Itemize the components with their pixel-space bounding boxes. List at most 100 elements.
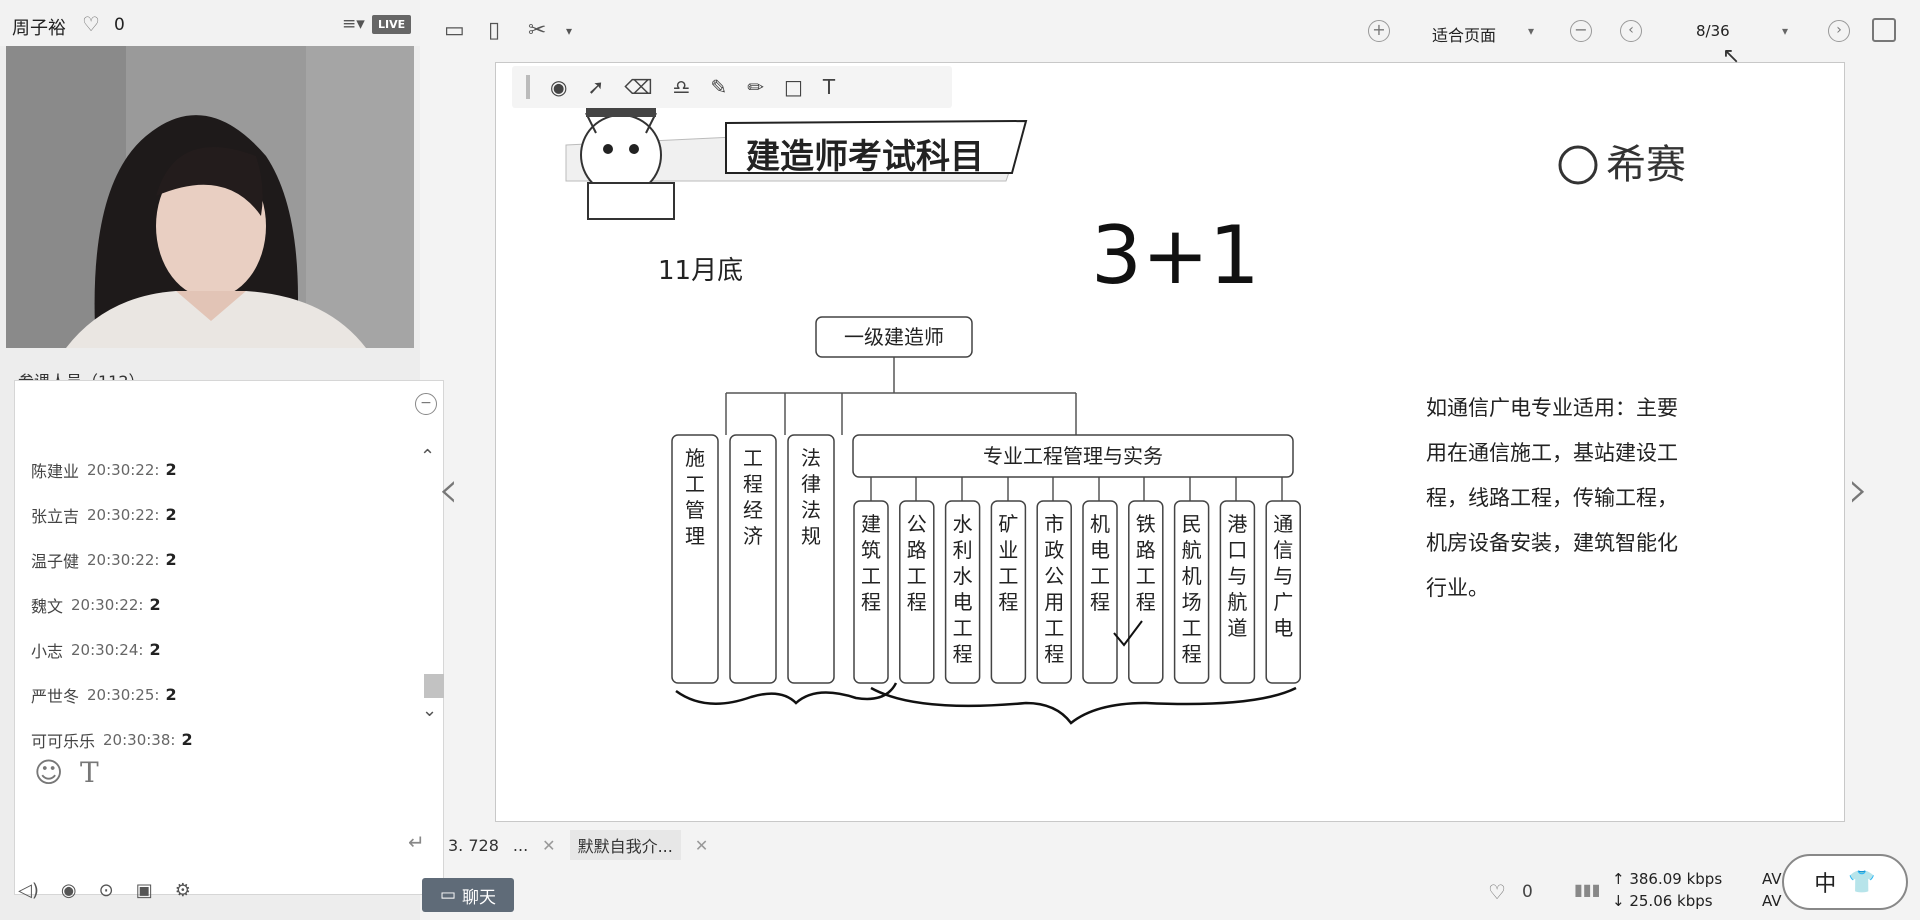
- svg-text:口: 口: [1227, 538, 1247, 562]
- svg-text:电: 电: [953, 590, 973, 614]
- professional-subject-box: 建筑工程: [853, 500, 889, 684]
- chat-tab[interactable]: ▭ 聊天: [422, 878, 514, 912]
- brace-annotation-right: [870, 686, 1297, 725]
- svg-text:管: 管: [685, 498, 705, 522]
- chat-message-list: 陈建业 20:30:22: 2 张立吉 20:30:22: 2 温子健 20:3…: [31, 447, 411, 762]
- chevron-down-icon[interactable]: ▾: [1528, 24, 1534, 38]
- brace-annotation-left: [675, 682, 898, 705]
- next-slide-arrow[interactable]: ›: [1848, 460, 1869, 520]
- handwritten-annotation: 3+1: [1091, 209, 1260, 302]
- settings-icon[interactable]: ⚙: [175, 880, 191, 901]
- rectangle-icon[interactable]: □: [784, 75, 803, 99]
- svg-text:程: 程: [907, 590, 927, 614]
- ime-indicator[interactable]: 中 👕: [1782, 854, 1908, 910]
- brand-logo: 希赛: [1606, 142, 1686, 188]
- status-likes: 0: [1522, 882, 1533, 902]
- svg-text:公: 公: [1044, 564, 1064, 588]
- chat-time: 20:30:22:: [87, 460, 160, 479]
- text-format-icon[interactable]: T: [80, 756, 99, 789]
- svg-text:公: 公: [907, 512, 927, 536]
- professional-subject-box: 港口与航道: [1219, 500, 1256, 684]
- chat-time: 20:30:22:: [87, 550, 160, 569]
- chat-sender: 可可乐乐: [31, 731, 96, 751]
- scroll-up-icon[interactable]: ⌃: [420, 446, 435, 467]
- close-icon[interactable]: ✕: [542, 836, 555, 855]
- slide-canvas: 建造师考试科目 希赛 11月底 3+1 一级建造师 专业工程管理与实务 施 工 …: [495, 62, 1845, 822]
- share-icon[interactable]: ▣: [136, 880, 153, 901]
- bottom-left-tools: ◁) ◉ ⊙ ▣ ⚙: [18, 880, 191, 901]
- svg-text:理: 理: [685, 524, 705, 548]
- chat-scrollbar-thumb[interactable]: [424, 674, 444, 698]
- camera-icon[interactable]: ◉: [61, 880, 77, 901]
- zoom-in-button[interactable]: +: [1368, 20, 1390, 42]
- description-line: 机房设备安装，建筑智能化: [1426, 531, 1678, 555]
- doc-tab-more[interactable]: ...: [513, 836, 528, 855]
- chat-time: 20:30:24:: [71, 640, 144, 659]
- text-tool-icon[interactable]: T: [823, 75, 835, 99]
- webcam-icon[interactable]: ⊙: [99, 880, 114, 901]
- pen-icon[interactable]: ✏: [747, 75, 764, 99]
- live-badge: LIVE: [372, 15, 412, 34]
- professional-subjects: 建筑工程公路工程水利水电工程矿业工程市政公用工程机电工程铁路工程民航机场工程港口…: [853, 500, 1301, 684]
- svg-text:程: 程: [953, 642, 973, 666]
- professional-subject-box: 水利水电工程: [944, 500, 981, 684]
- select-cursor-icon[interactable]: ➚: [587, 75, 604, 99]
- chat-sender: 小志: [31, 641, 64, 661]
- chat-message: 魏文 20:30:22: 2: [31, 582, 411, 627]
- chat-bubble-icon: ▭: [439, 885, 457, 905]
- chat-text: 2: [165, 505, 177, 524]
- close-icon[interactable]: ✕: [695, 836, 708, 855]
- svg-text:工: 工: [861, 564, 881, 588]
- svg-text:律: 律: [801, 472, 821, 496]
- svg-text:铁: 铁: [1136, 512, 1156, 536]
- svg-text:工: 工: [743, 446, 763, 470]
- svg-text:用: 用: [1044, 590, 1064, 614]
- page-indicator[interactable]: 8/36: [1696, 22, 1730, 40]
- scissors-icon[interactable]: ✂: [528, 18, 546, 43]
- next-page-button[interactable]: ›: [1828, 20, 1850, 42]
- chevron-down-icon[interactable]: ▾: [1782, 24, 1788, 38]
- fit-page-select[interactable]: 适合页面: [1432, 22, 1496, 46]
- doc-tab-active[interactable]: 默默自我介...: [569, 830, 681, 860]
- svg-text:程: 程: [861, 590, 881, 614]
- download-rate: ↓ 25.06 kbps: [1612, 892, 1713, 910]
- toolbar-grip[interactable]: [526, 75, 530, 99]
- clear-brush-icon[interactable]: ♎: [673, 75, 691, 99]
- laser-pointer-icon[interactable]: ◉: [550, 75, 567, 99]
- menu-icon[interactable]: ≡▾: [342, 14, 365, 34]
- chevron-down-icon[interactable]: ▾: [566, 24, 572, 38]
- svg-text:规: 规: [801, 524, 821, 548]
- fullscreen-icon[interactable]: [1872, 18, 1896, 42]
- collapse-chat-button[interactable]: −: [415, 393, 437, 415]
- svg-text:法: 法: [801, 498, 821, 522]
- scroll-down-icon[interactable]: ⌄: [422, 700, 437, 721]
- professional-subject-box: 民航机场工程: [1173, 500, 1210, 684]
- heart-icon[interactable]: ♡: [82, 12, 100, 36]
- zoom-out-button[interactable]: −: [1570, 20, 1592, 42]
- svg-text:法: 法: [801, 446, 821, 470]
- description-line: 行业。: [1426, 576, 1489, 600]
- public-subject-box: 法律法规: [787, 434, 835, 684]
- svg-text:工: 工: [953, 616, 973, 640]
- brand-icon: [1558, 145, 1598, 185]
- chat-time: 20:30:25:: [87, 685, 160, 704]
- svg-text:路: 路: [1136, 538, 1156, 562]
- emoji-icon[interactable]: ☺: [34, 756, 63, 789]
- heart-icon[interactable]: ♡: [1488, 880, 1506, 904]
- previous-slide-arrow[interactable]: ‹: [438, 460, 459, 520]
- host-name: 周子裕: [12, 18, 66, 39]
- public-subject-box: 施工管理: [671, 434, 719, 684]
- signal-icon: ▮▮▮: [1574, 880, 1601, 899]
- date-note: 11月底: [658, 256, 743, 286]
- folder-icon[interactable]: ▭: [444, 18, 465, 43]
- upload-rate: ↑ 386.09 kbps: [1612, 870, 1723, 888]
- send-icon[interactable]: ↵: [408, 830, 425, 854]
- svg-text:政: 政: [1044, 538, 1064, 562]
- file-icon[interactable]: ▯: [488, 18, 500, 43]
- eraser-icon[interactable]: ⌫: [624, 75, 652, 99]
- speaker-icon[interactable]: ◁): [18, 880, 39, 901]
- previous-page-button[interactable]: ‹: [1620, 20, 1642, 42]
- doc-tab[interactable]: 3. 728: [448, 836, 499, 855]
- chat-message: 陈建业 20:30:22: 2: [31, 447, 411, 492]
- highlighter-icon[interactable]: ✎: [710, 75, 727, 99]
